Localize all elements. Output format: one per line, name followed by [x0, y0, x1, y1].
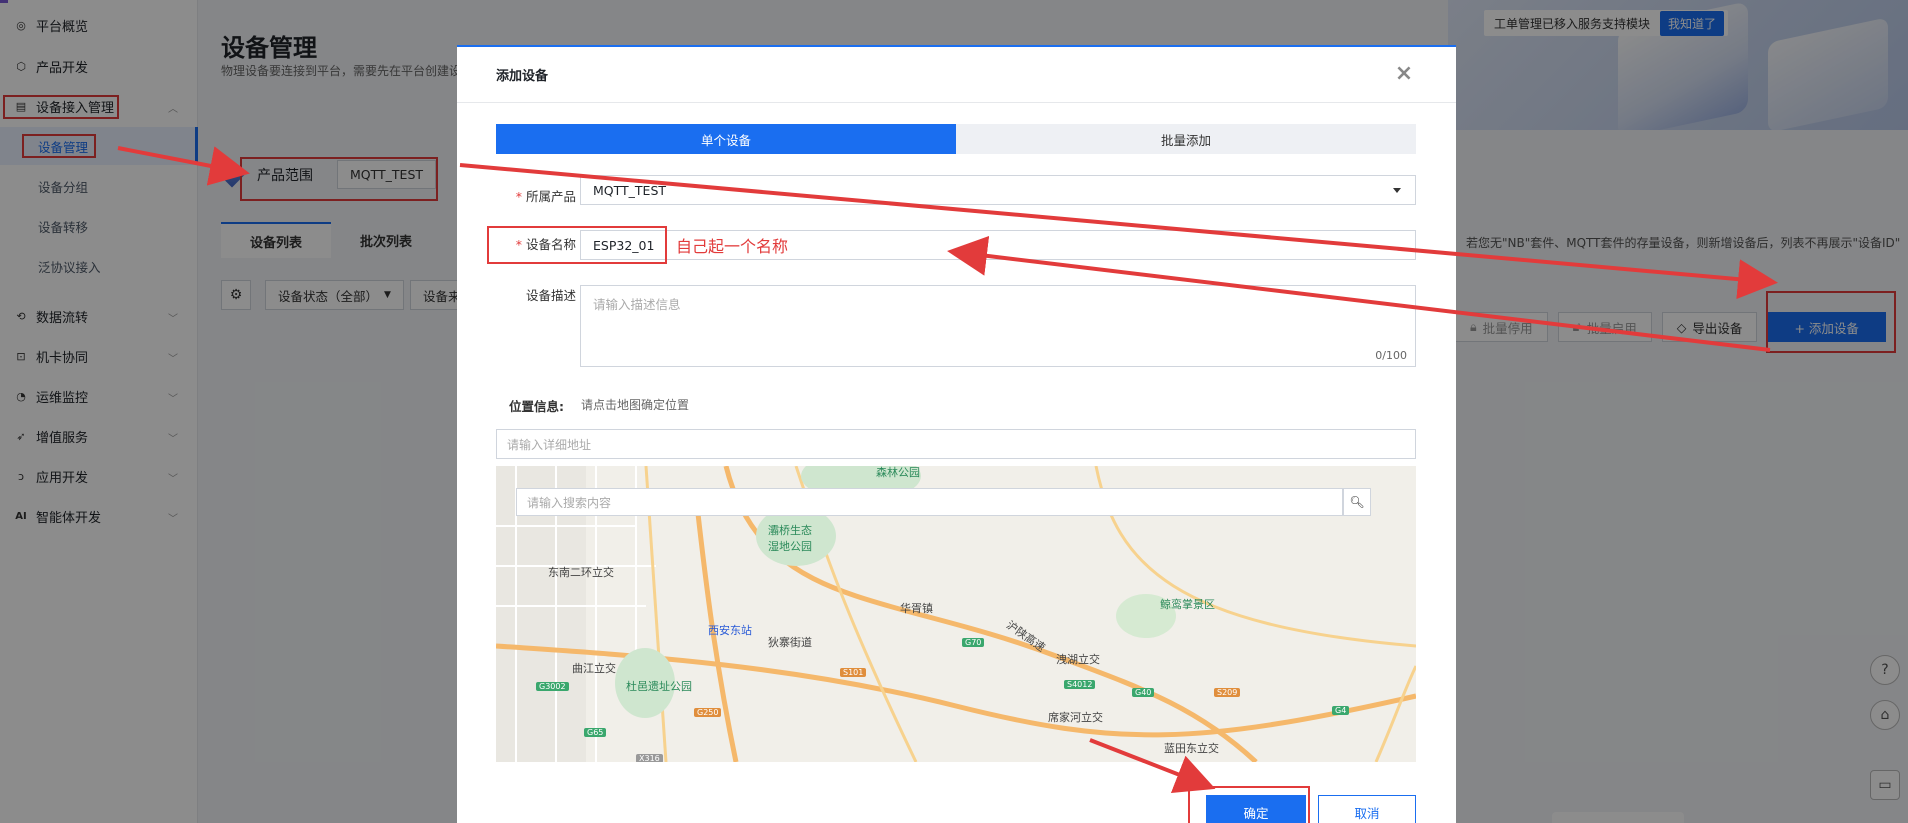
desc-field-label: 设备描述 [525, 288, 576, 303]
map-label: 狄寨街道 [768, 636, 812, 649]
map-search-placeholder: 请输入搜索内容 [527, 495, 612, 510]
modal-title: 添加设备 [496, 69, 549, 84]
road-shield: S4012 [1064, 680, 1096, 689]
location-label: 位置信息: [509, 399, 564, 414]
map-label: 曲江立交 [572, 662, 616, 675]
road-shield: G70 [962, 638, 985, 647]
road-shield: G3002 [536, 682, 569, 691]
annotation-text: 自己起一个名称 [676, 237, 789, 256]
product-select-value: MQTT_TEST [593, 182, 667, 198]
map-label: 席家河立交 [1048, 711, 1103, 724]
search-icon[interactable]: 🔍︎ [1343, 488, 1371, 516]
map-label: 灞桥生态湿地公园 [768, 524, 812, 553]
map-label: 森林公园 [876, 466, 920, 479]
product-field-label: * 所属产品 [496, 182, 576, 212]
close-icon[interactable]: × [1392, 63, 1416, 87]
road-shield: G40 [1132, 688, 1155, 697]
desc-counter: 0/100 [1375, 349, 1407, 362]
road-shield: G65 [584, 728, 607, 737]
road-shield: X316 [636, 754, 663, 762]
map-label: 华胥镇 [900, 602, 933, 615]
map-label: 东南二环立交 [548, 566, 614, 579]
annotation-box-confirm [1188, 786, 1310, 823]
modal-header: 添加设备 × [457, 47, 1456, 103]
map-label: 杜邑遗址公园 [626, 680, 692, 693]
address-input[interactable]: 请输入详细地址 [496, 429, 1416, 459]
tab-single-device[interactable]: 单个设备 [496, 124, 956, 154]
map-label: 西安东站 [708, 624, 752, 637]
product-select[interactable]: MQTT_TEST [580, 175, 1416, 205]
product-field-row: * 所属产品 [496, 182, 576, 212]
add-mode-tabs: 单个设备 批量添加 [496, 124, 1416, 154]
tab-batch-add[interactable]: 批量添加 [956, 124, 1416, 154]
annotation-box-device-name [487, 226, 667, 264]
map-search-input[interactable]: 请输入搜索内容 [516, 488, 1343, 516]
desc-field-row: 设备描述 [496, 285, 576, 304]
product-label-text: 所属产品 [525, 189, 576, 204]
device-desc-textarea[interactable]: 请输入描述信息 0/100 [580, 285, 1416, 367]
road-shield: G250 [694, 708, 722, 717]
road-shield: S101 [840, 668, 867, 677]
map-label: 洩湖立交 [1056, 653, 1100, 666]
cancel-button[interactable]: 取消 [1318, 795, 1416, 823]
location-hint: 请点击地图确定位置 [581, 398, 690, 412]
address-placeholder: 请输入详细地址 [507, 437, 592, 452]
map-label: 鲸鸾掌景区 [1160, 598, 1215, 611]
desc-placeholder: 请输入描述信息 [593, 297, 681, 312]
road-shield: G4 [1332, 706, 1350, 715]
map-label: 蓝田东立交 [1164, 742, 1219, 755]
required-mark: * [515, 189, 522, 204]
caret-down-icon [1393, 188, 1401, 193]
location-map[interactable]: 请输入搜索内容 🔍︎ 森林公园 灞桥生态湿地公园 东南二环立交 华胥镇 鲸鸾掌景… [496, 466, 1416, 762]
road-shield: S209 [1214, 688, 1241, 697]
